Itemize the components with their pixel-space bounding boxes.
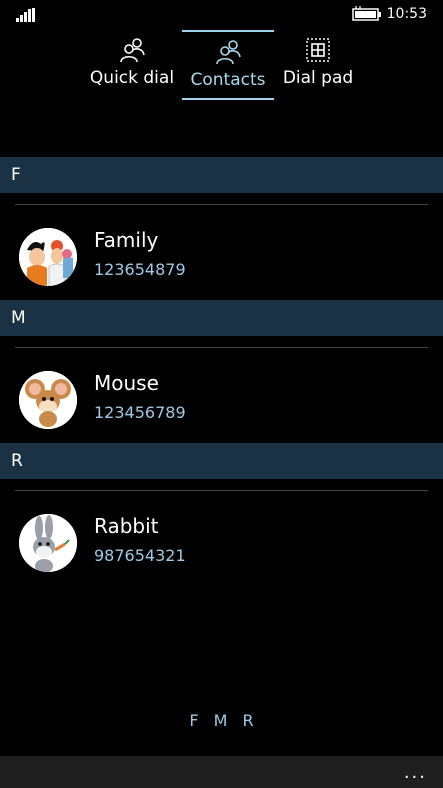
section-header-m[interactable]: M	[0, 300, 443, 336]
clock: 10:53	[386, 6, 427, 22]
tab-quick-dial-label: Quick dial	[89, 68, 175, 88]
mouse-avatar	[19, 371, 77, 429]
tab-quick-dial[interactable]: Quick dial	[88, 30, 176, 96]
rabbit-avatar	[19, 514, 77, 572]
family-avatar	[19, 228, 77, 286]
section-header-f[interactable]: F	[0, 157, 443, 193]
people-icon	[120, 38, 145, 63]
tab-contacts-label: Contacts	[190, 70, 266, 90]
contact-name: Family	[94, 228, 159, 252]
section-letter: F	[11, 165, 21, 185]
tab-contacts[interactable]: Contacts	[182, 30, 274, 100]
jump-index: F M R	[0, 711, 443, 730]
jump-index-m[interactable]: M	[214, 711, 228, 730]
divider	[15, 490, 428, 491]
divider	[15, 204, 428, 205]
signal-strength-icon	[16, 8, 35, 22]
jump-index-f[interactable]: F	[189, 711, 198, 730]
section-letter: M	[11, 308, 26, 328]
contact-item-family[interactable]: Family 123654879	[0, 212, 443, 308]
app-bar: ...	[0, 756, 443, 788]
people-icon	[216, 40, 241, 65]
contact-item-mouse[interactable]: Mouse 123456789	[0, 355, 443, 451]
dialpad-icon	[306, 38, 330, 62]
contact-phone: 123456789	[94, 403, 186, 422]
section-letter: R	[11, 451, 23, 471]
status-bar: 10:53	[0, 0, 443, 30]
tab-dial-pad-label: Dial pad	[282, 68, 354, 88]
contact-name: Rabbit	[94, 514, 159, 538]
contact-phone: 987654321	[94, 546, 186, 565]
contact-name: Mouse	[94, 371, 159, 395]
more-options-button[interactable]: ...	[404, 762, 427, 783]
divider	[15, 347, 428, 348]
jump-index-r[interactable]: R	[243, 711, 254, 730]
section-header-r[interactable]: R	[0, 443, 443, 479]
pivot-tabs: Quick dial Contacts Dial pad	[0, 30, 443, 100]
contact-phone: 123654879	[94, 260, 186, 279]
contact-item-rabbit[interactable]: Rabbit 987654321	[0, 498, 443, 594]
battery-charging-icon	[352, 6, 381, 21]
tab-dial-pad[interactable]: Dial pad	[280, 30, 356, 96]
